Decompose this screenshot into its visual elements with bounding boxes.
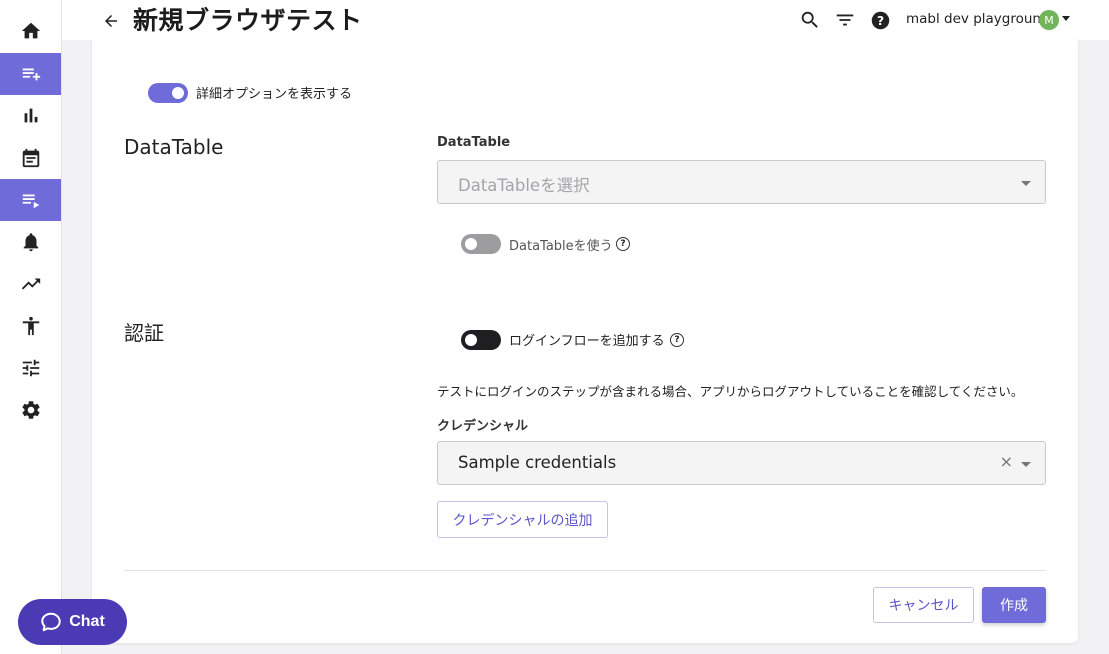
credential-field-label: クレデンシャル xyxy=(437,419,529,434)
cancel-button[interactable]: キャンセル xyxy=(873,587,974,623)
use-datatable-label: DataTableを使う xyxy=(509,239,613,254)
sidebar xyxy=(0,0,62,654)
advanced-options-toggle[interactable] xyxy=(148,83,188,103)
dropdown-arrow-icon xyxy=(1021,181,1031,186)
datatable-field-label: DataTable xyxy=(437,135,511,150)
chat-label: Chat xyxy=(69,613,105,630)
filter-icon xyxy=(836,14,854,26)
chat-bubble-icon xyxy=(41,612,61,632)
page-title: 新規ブラウザテスト xyxy=(133,6,363,35)
account-menu-caret[interactable] xyxy=(1062,16,1070,21)
login-flow-toggle[interactable] xyxy=(461,330,501,350)
toggle-knob xyxy=(465,334,477,346)
nav-new-test[interactable] xyxy=(0,53,61,95)
arrow-back-icon xyxy=(105,15,117,27)
help-icon[interactable]: ? xyxy=(616,237,630,251)
filter-button[interactable] xyxy=(834,9,856,31)
login-flow-label: ログインフローを追加する xyxy=(509,334,665,349)
home-icon xyxy=(21,22,40,39)
nav-home[interactable] xyxy=(0,10,61,52)
logout-note: テストにログインのステップが含まれる場合、アプリからログアウトしていることを確認… xyxy=(437,384,1024,399)
nav-schedule[interactable] xyxy=(0,137,61,179)
advanced-options-label: 詳細オプションを表示する xyxy=(196,87,353,102)
divider xyxy=(124,570,1046,571)
tune-icon xyxy=(22,359,39,377)
bar-chart-icon xyxy=(24,108,37,123)
accessibility-icon xyxy=(22,316,39,336)
add-credential-button[interactable]: クレデンシャルの追加 xyxy=(437,501,608,538)
toggle-knob xyxy=(172,87,184,99)
avatar[interactable]: M xyxy=(1039,10,1059,30)
calendar-icon xyxy=(22,148,39,168)
nav-settings[interactable] xyxy=(0,389,61,431)
nav-notifications[interactable] xyxy=(0,221,61,263)
create-button[interactable]: 作成 xyxy=(982,587,1046,623)
gear-icon xyxy=(21,401,40,419)
credential-select-value: Sample credentials xyxy=(458,453,617,472)
dropdown-arrow-icon xyxy=(1021,462,1031,467)
datatable-section-title: DataTable xyxy=(124,135,224,159)
toggle-knob xyxy=(465,238,477,250)
nav-accessibility[interactable] xyxy=(0,305,61,347)
help-icon[interactable]: ? xyxy=(670,333,684,347)
playlist-add-icon xyxy=(22,68,40,81)
top-bar: 新規ブラウザテスト ? mabl dev playground M xyxy=(62,0,1109,40)
nav-analytics[interactable] xyxy=(0,95,61,137)
chat-button[interactable]: Chat xyxy=(18,599,127,645)
trending-up-icon xyxy=(21,278,40,290)
back-button[interactable] xyxy=(100,10,122,32)
playlist-play-icon xyxy=(22,194,39,209)
form-card: 詳細オプションを表示する DataTable DataTable DataTab… xyxy=(92,40,1078,643)
datatable-select[interactable]: DataTableを選択 xyxy=(437,160,1046,204)
help-button[interactable]: ? xyxy=(869,9,891,31)
svg-text:?: ? xyxy=(876,13,883,27)
bell-icon xyxy=(23,233,38,252)
nav-configuration[interactable] xyxy=(0,347,61,389)
use-datatable-toggle[interactable] xyxy=(461,234,501,254)
workspace-name[interactable]: mabl dev playground xyxy=(906,11,1050,27)
datatable-select-placeholder: DataTableを選択 xyxy=(458,176,590,195)
credential-select[interactable]: Sample credentials × xyxy=(437,441,1046,485)
nav-tests[interactable] xyxy=(0,179,61,221)
nav-insights[interactable] xyxy=(0,263,61,305)
search-button[interactable] xyxy=(799,9,821,31)
clear-icon[interactable]: × xyxy=(1000,452,1013,471)
help-circle-icon: ? xyxy=(871,11,889,29)
auth-section-title: 認証 xyxy=(124,321,164,345)
search-icon xyxy=(801,11,818,28)
